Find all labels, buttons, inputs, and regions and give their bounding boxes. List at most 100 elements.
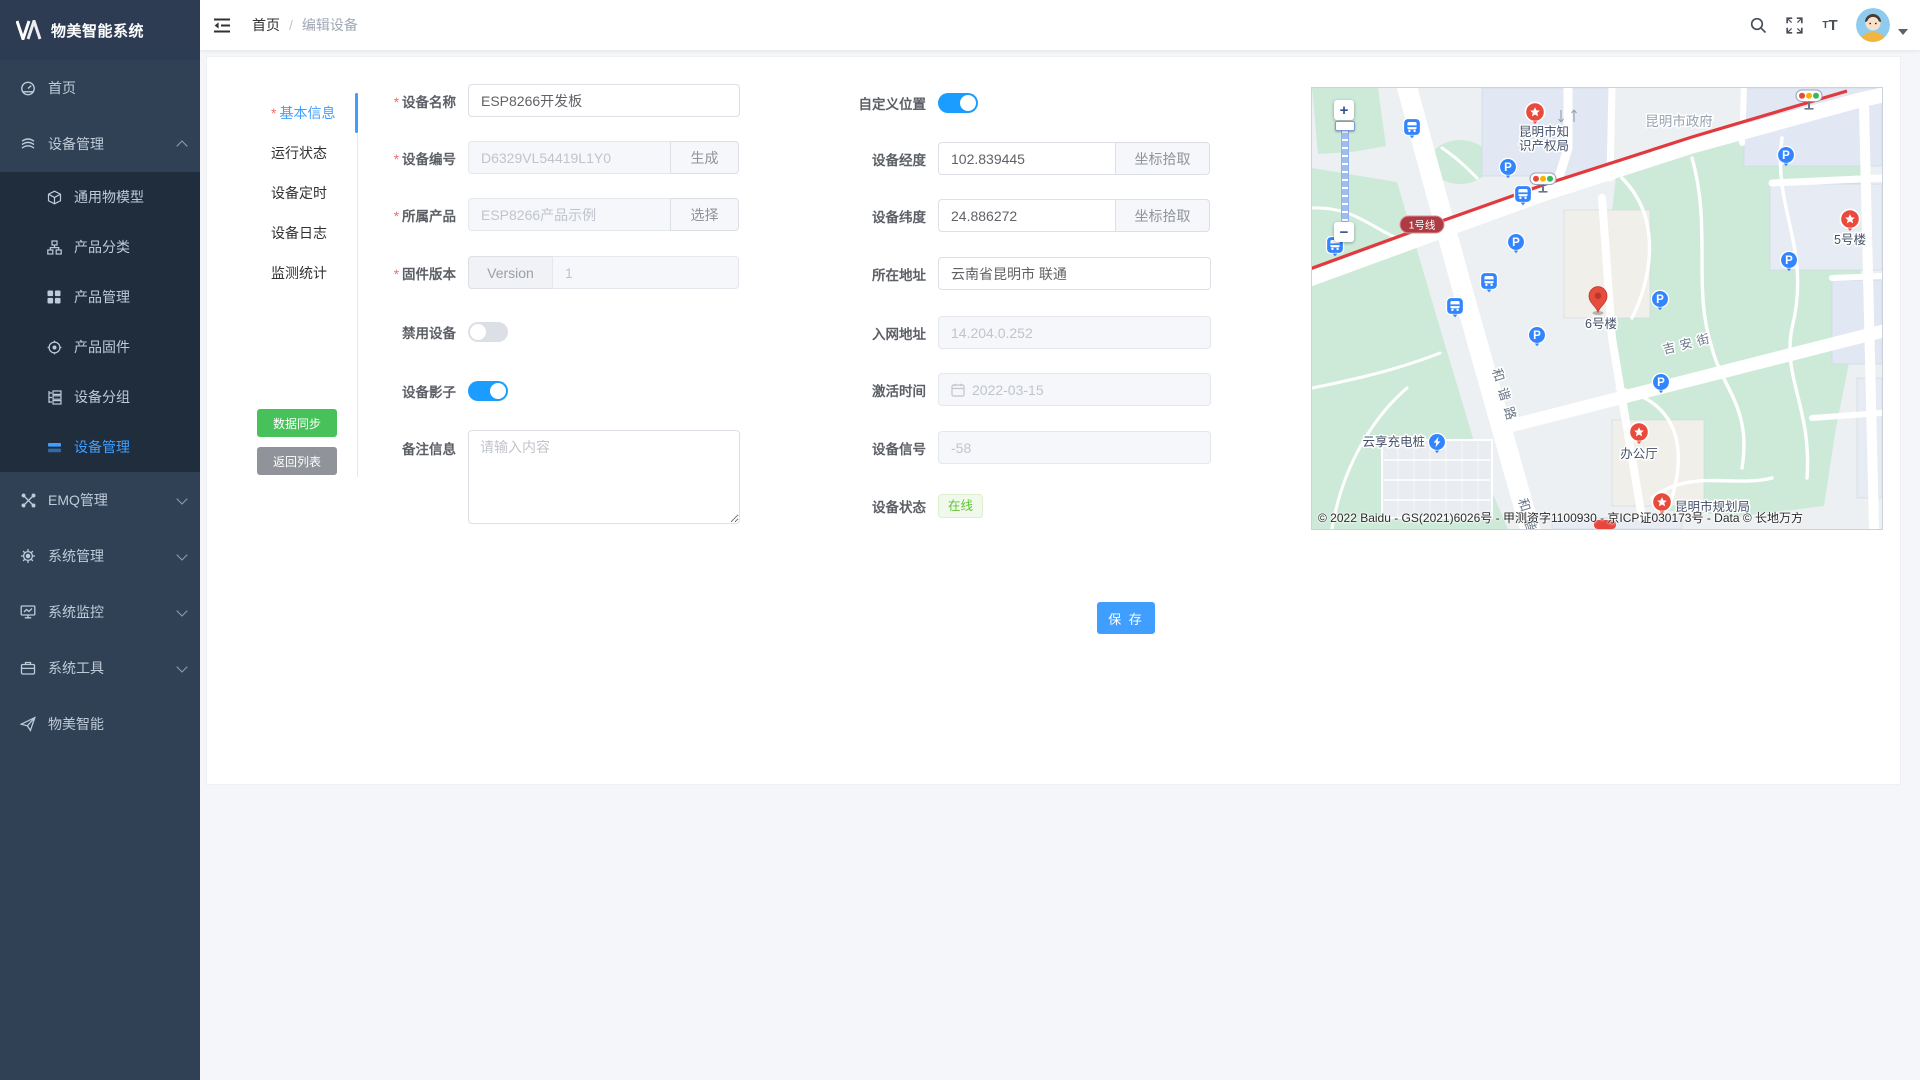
longitude-input-wrap	[938, 142, 1116, 175]
sidebar-item-device-mgmt[interactable]: 设备管理	[0, 116, 200, 172]
field-label: 禁用设备	[347, 322, 456, 342]
fullscreen-icon[interactable]	[1776, 0, 1812, 50]
svg-text:6号楼: 6号楼	[1585, 316, 1617, 331]
breadcrumb-current: 编辑设备	[302, 15, 358, 35]
svg-text:云享充电桩: 云享充电桩	[1362, 434, 1425, 449]
tab-device-timer[interactable]: 设备定时	[271, 173, 355, 213]
form-row-status: 设备状态 在线	[817, 494, 983, 518]
form-row-product: *所属产品 选择	[347, 198, 739, 231]
device-name-input[interactable]	[481, 93, 727, 109]
form-row-disable-device: 禁用设备	[347, 322, 508, 342]
metro-line-badge: 1号线	[1400, 216, 1444, 233]
map-canvas: P	[1312, 88, 1882, 529]
activate-time-value: 2022-03-15	[972, 382, 1044, 398]
tab-monitor-stats[interactable]: 监测统计	[271, 253, 355, 293]
list-icon	[46, 439, 62, 455]
svg-text:昆明市知: 昆明市知	[1519, 124, 1569, 139]
longitude-input[interactable]	[951, 151, 1103, 167]
save-button[interactable]: 保 存	[1097, 602, 1155, 634]
required-mark: *	[394, 209, 399, 224]
longitude-group: 坐标拾取	[938, 142, 1210, 175]
form-row-custom-location: 自定义位置	[817, 93, 978, 113]
field-label: 所在地址	[817, 264, 926, 284]
back-to-list-button[interactable]: 返回列表	[257, 447, 337, 475]
sidebar-item-label: 系统监控	[48, 602, 104, 622]
svg-text:昆明市政府: 昆明市政府	[1645, 113, 1713, 129]
sidebar-item-product-firmware[interactable]: 产品固件	[0, 322, 200, 372]
pick-longitude-button[interactable]: 坐标拾取	[1115, 142, 1210, 175]
sidebar-item-thing-model[interactable]: 通用物模型	[0, 172, 200, 222]
required-mark: *	[394, 267, 399, 282]
field-label: 设备纬度	[817, 206, 926, 226]
field-label: *所属产品	[347, 205, 456, 225]
sidebar-item-label: 设备管理	[74, 437, 130, 457]
select-product-button[interactable]: 选择	[670, 198, 739, 231]
device-shadow-toggle[interactable]	[468, 381, 508, 401]
sidebar: 物美智能系统 首页 设备管理 通用物模型 产品分类	[0, 0, 200, 1080]
sidebar-item-label: 设备分组	[74, 387, 130, 407]
baidu-map[interactable]: P	[1311, 87, 1883, 530]
latitude-input[interactable]	[951, 208, 1103, 224]
sidebar-item-device-list[interactable]: 设备管理	[0, 422, 200, 472]
status-badge: 在线	[938, 494, 983, 518]
field-label: *固件版本	[347, 263, 456, 283]
chevron-down-icon	[176, 493, 187, 504]
search-icon[interactable]	[1740, 0, 1776, 50]
sidebar-item-device-group[interactable]: 设备分组	[0, 372, 200, 422]
form-row-firmware: *固件版本 Version	[347, 256, 739, 289]
required-mark: *	[394, 95, 399, 110]
sidebar-item-wumei[interactable]: 物美智能	[0, 696, 200, 752]
avatar[interactable]	[1856, 8, 1890, 42]
ip-input-wrap	[938, 316, 1211, 349]
breadcrumb-home[interactable]: 首页	[252, 15, 280, 35]
sidebar-item-label: 系统工具	[48, 658, 104, 678]
generate-sn-button[interactable]: 生成	[670, 141, 739, 174]
tab-label: 设备日志	[271, 225, 327, 241]
form-row-rssi: 设备信号	[817, 431, 1211, 464]
caret-down-icon[interactable]	[1898, 29, 1908, 35]
tab-run-status[interactable]: 运行状态	[271, 133, 355, 173]
address-input-wrap	[938, 257, 1211, 290]
page-background: *基本信息 运行状态 设备定时 设备日志 监测统计 数据同步 返回列表 *设备名…	[200, 50, 1920, 1080]
tab-label: 设备定时	[271, 185, 327, 201]
sidebar-item-label: 设备管理	[48, 134, 104, 154]
zoom-slider-handle[interactable]	[1335, 121, 1355, 131]
tab-basic-info[interactable]: *基本信息	[271, 93, 355, 133]
field-label: 激活时间	[817, 380, 926, 400]
sidebar-item-system-tools[interactable]: 系统工具	[0, 640, 200, 696]
required-mark: *	[394, 152, 399, 167]
remark-textarea[interactable]	[468, 430, 740, 524]
data-sync-button[interactable]: 数据同步	[257, 409, 337, 437]
sidebar-item-product-category[interactable]: 产品分类	[0, 222, 200, 272]
sidebar-item-home[interactable]: 首页	[0, 60, 200, 116]
font-size-icon[interactable]: TT	[1812, 0, 1848, 50]
pick-latitude-button[interactable]: 坐标拾取	[1115, 199, 1210, 232]
sidebar-item-system-monitor[interactable]: 系统监控	[0, 584, 200, 640]
device-tabs: *基本信息 运行状态 设备定时 设备日志 监测统计	[271, 93, 355, 293]
field-label: 入网地址	[817, 323, 926, 343]
sidebar-item-system-mgmt[interactable]: 系统管理	[0, 528, 200, 584]
ip-input	[951, 325, 1198, 341]
tab-device-log[interactable]: 设备日志	[271, 213, 355, 253]
app-logo[interactable]: 物美智能系统	[0, 0, 200, 60]
address-input[interactable]	[951, 266, 1198, 282]
custom-location-toggle[interactable]	[938, 93, 978, 113]
field-label: 设备影子	[347, 381, 456, 401]
tab-label: 运行状态	[271, 145, 327, 161]
disable-device-toggle[interactable]	[468, 322, 508, 342]
sidebar-menu: 首页 设备管理 通用物模型 产品分类 产品管理	[0, 60, 200, 752]
sidebar-item-product-mgmt[interactable]: 产品管理	[0, 272, 200, 322]
collapse-sidebar-icon[interactable]	[200, 0, 244, 50]
sidebar-item-emq[interactable]: EMQ管理	[0, 472, 200, 528]
field-label: 设备信号	[817, 438, 926, 458]
zoom-out-icon[interactable]: −	[1334, 222, 1354, 242]
zoom-slider-track[interactable]	[1341, 124, 1349, 222]
zoom-in-icon[interactable]: +	[1334, 100, 1354, 120]
bus-stop-icon	[1447, 298, 1464, 318]
form-row-device-name: *设备名称	[347, 84, 740, 117]
latitude-group: 坐标拾取	[938, 199, 1210, 232]
product-input	[481, 207, 658, 223]
field-label: *设备编号	[347, 148, 456, 168]
sidebar-item-label: 系统管理	[48, 546, 104, 566]
breadcrumb: 首页 / 编辑设备	[252, 15, 358, 35]
